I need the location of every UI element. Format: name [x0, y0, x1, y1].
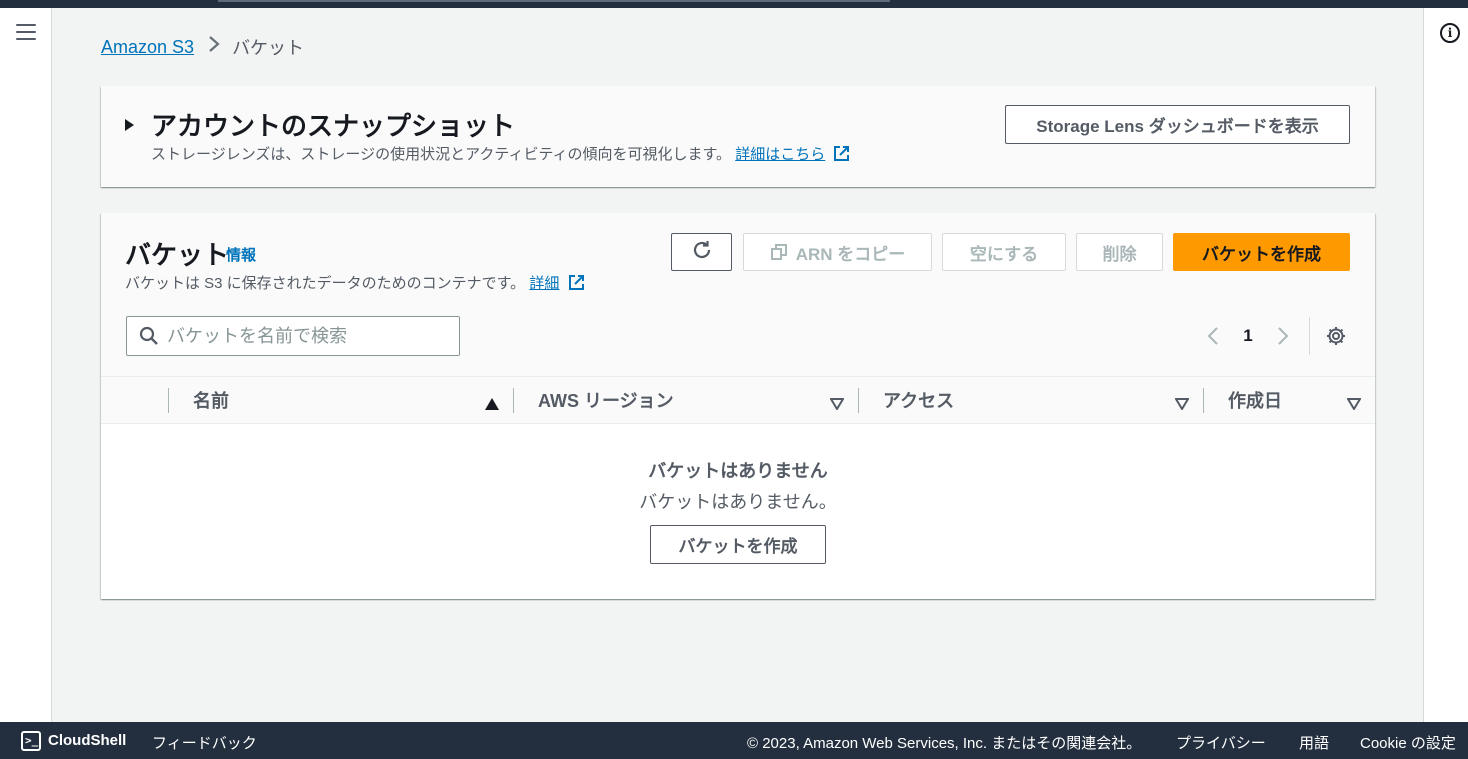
buckets-panel: バケット 情報 バケットは S3 に保存されたデータのためのコンテナです。 詳細…: [101, 213, 1375, 599]
copy-arn-button[interactable]: ARN をコピー: [743, 233, 932, 271]
gear-icon[interactable]: [1324, 321, 1348, 351]
copy-icon: [770, 243, 788, 261]
snapshot-description-text: ストレージレンズは、ストレージの使用状況とアクティビティの傾向を可視化します。: [151, 146, 732, 163]
empty-bucket-button[interactable]: 空にする: [942, 233, 1066, 271]
feedback-link[interactable]: フィードバック: [152, 732, 257, 753]
sort-caret-down-icon[interactable]: [829, 394, 845, 415]
buckets-title: バケット: [125, 240, 230, 270]
buckets-description: バケットは S3 に保存されたデータのためのコンテナです。 詳細: [125, 272, 585, 295]
breadcrumb: Amazon S3 バケット: [101, 34, 304, 60]
breadcrumb-amazon-s3[interactable]: Amazon S3: [101, 37, 194, 58]
cookie-settings-link[interactable]: Cookie の設定: [1360, 732, 1456, 753]
terms-link[interactable]: 用語: [1299, 732, 1329, 753]
pagination: 1: [1201, 317, 1348, 355]
copy-arn-label: ARN をコピー: [795, 244, 906, 264]
external-link-icon[interactable]: [833, 145, 850, 166]
table-body-empty-state: バケットはありません バケットはありません。 バケットを作成: [101, 424, 1375, 599]
empty-state-create-bucket-button[interactable]: バケットを作成: [650, 525, 826, 564]
bucket-search-input[interactable]: [167, 325, 447, 347]
chevron-right-icon: [208, 35, 220, 59]
sort-ascending-icon[interactable]: [485, 394, 499, 415]
info-panel-icon[interactable]: i: [1440, 23, 1460, 43]
breadcrumb-current: バケット: [232, 38, 305, 58]
delete-bucket-button[interactable]: 削除: [1076, 233, 1163, 271]
buckets-details-link[interactable]: 詳細: [529, 275, 559, 292]
refresh-button[interactable]: [671, 233, 732, 271]
column-header-created[interactable]: 作成日: [1204, 377, 1375, 423]
privacy-link[interactable]: プライバシー: [1176, 732, 1266, 753]
empty-state-subtitle: バケットはありません。: [639, 492, 837, 512]
current-page-number[interactable]: 1: [1225, 326, 1271, 346]
column-header-access[interactable]: アクセス: [859, 377, 1203, 423]
column-region-label: AWS リージョン: [538, 391, 674, 411]
column-created-label: 作成日: [1228, 391, 1282, 411]
snapshot-description: ストレージレンズは、ストレージの使用状況とアクティビティの傾向を可視化します。 …: [151, 143, 850, 166]
sort-caret-down-icon[interactable]: [1346, 394, 1362, 415]
storage-lens-dashboard-button[interactable]: Storage Lens ダッシュボードを表示: [1005, 105, 1350, 144]
copyright-text: © 2023, Amazon Web Services, Inc. またはその関…: [747, 735, 1142, 752]
footer: >_ CloudShell フィードバック © 2023, Amazon Web…: [0, 722, 1468, 759]
snapshot-title[interactable]: アカウントのスナップショット: [151, 106, 515, 143]
column-header-region[interactable]: AWS リージョン: [514, 377, 858, 423]
empty-state-title: バケットはありません: [648, 461, 828, 481]
previous-page-icon[interactable]: [1201, 321, 1225, 351]
cloudshell-icon[interactable]: >_: [21, 731, 41, 751]
snapshot-learn-more-link[interactable]: 詳細はこちら: [735, 146, 825, 163]
top-nav-strip: [0, 0, 1468, 8]
pager-divider: [1309, 317, 1310, 355]
cloudshell-link[interactable]: CloudShell: [48, 732, 126, 749]
sort-caret-down-icon[interactable]: [1174, 394, 1190, 415]
column-name-label: 名前: [193, 391, 229, 411]
table-header: 名前 AWS リージョン アクセス 作成日: [101, 376, 1375, 424]
left-navigation-rail: [0, 8, 52, 722]
hamburger-menu-icon[interactable]: [16, 24, 36, 42]
external-link-icon[interactable]: [568, 274, 585, 295]
column-access-label: アクセス: [883, 391, 955, 411]
right-help-rail: i: [1423, 8, 1468, 722]
create-bucket-button[interactable]: バケットを作成: [1173, 233, 1350, 271]
column-header-name[interactable]: 名前: [169, 377, 513, 423]
buckets-description-text: バケットは S3 に保存されたデータのためのコンテナです。: [125, 275, 526, 292]
next-page-icon[interactable]: [1271, 321, 1295, 351]
refresh-icon: [691, 239, 713, 266]
search-icon: [139, 326, 159, 346]
bucket-search-field[interactable]: [126, 316, 460, 356]
caret-right-icon[interactable]: [125, 119, 134, 131]
buckets-info-link[interactable]: 情報: [226, 244, 256, 265]
account-snapshot-panel: アカウントのスナップショット ストレージレンズは、ストレージの使用状況とアクティ…: [101, 86, 1375, 187]
